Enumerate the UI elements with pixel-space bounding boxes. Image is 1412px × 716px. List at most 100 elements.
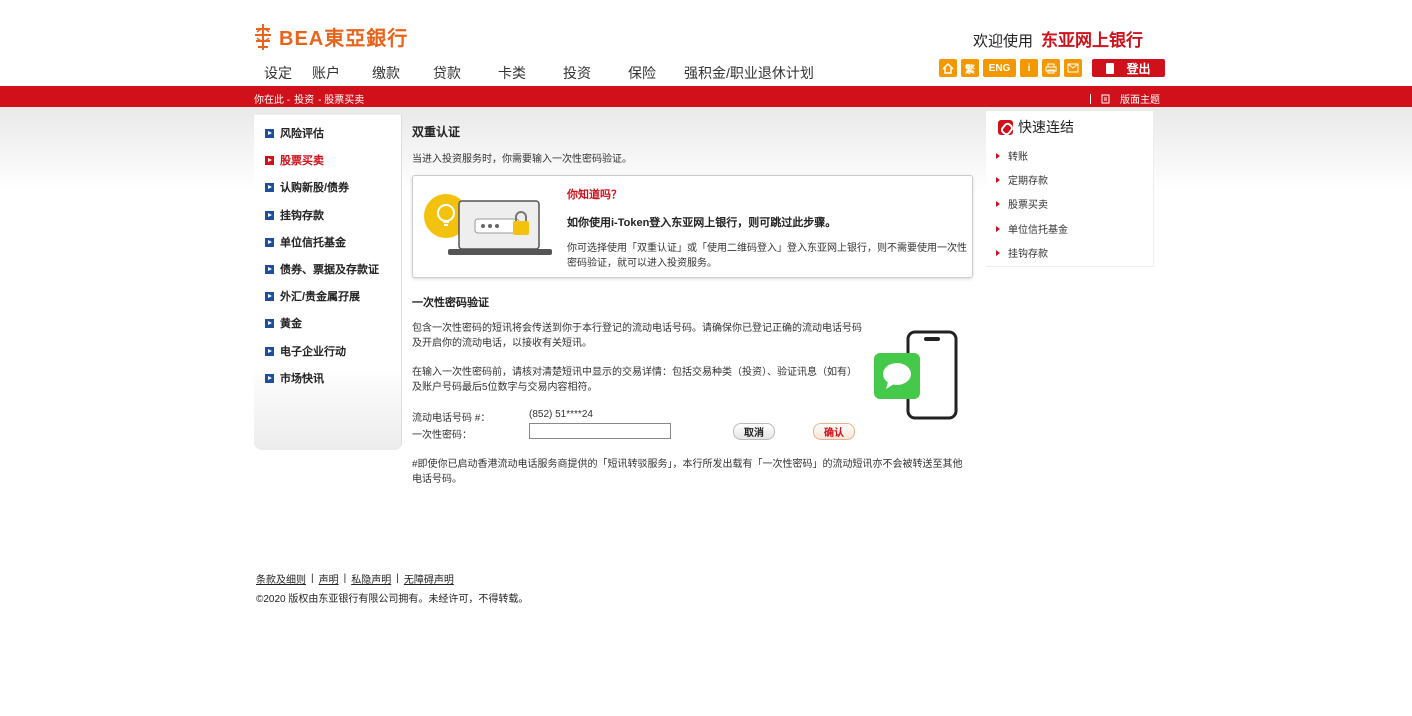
sidebar-item-gold[interactable]: 黄金 [265,315,302,331]
phone-number-value: (852) 51****24 [529,409,593,420]
theme-label: 版面主题 [1120,95,1160,106]
print-icon[interactable] [1042,59,1060,77]
nav-insurance[interactable]: 保险 [628,63,684,83]
sidebar-item-risk-assessment[interactable]: 风险评估 [265,125,324,141]
quick-link-label: 转账 [1008,152,1028,163]
sidebar-item-market-news[interactable]: 市场快讯 [265,370,324,386]
arrow-icon [996,176,1000,183]
tip-box: 你知道吗？ 如你使用i-Token登入东亚网上银行，则可跳过此步骤。 你可选择使… [412,175,973,278]
otp-input[interactable] [529,423,671,439]
divider [1090,93,1091,104]
arrow-icon [996,225,1000,232]
sidebar-item-label: 挂钩存款 [280,210,324,222]
sidebar-item-stock-trading[interactable]: 股票买卖 [265,152,324,168]
quick-link-transfer[interactable]: 转账 [996,148,1028,163]
nav-investment[interactable]: 投资 [563,63,628,83]
main-nav: 设定 账户 缴款 贷款 卡类 投资 保险 强积金/职业退休计划 [264,63,814,83]
nav-cards[interactable]: 卡类 [498,63,563,83]
sidebar: 风险评估 股票买卖 认购新股/债券 挂钩存款 单位信托基金 债券、票据及存款证 … [254,115,402,450]
otp-label: 一次性密码： [412,430,472,441]
bullet-icon [265,264,274,274]
sidebar-item-fx-margin[interactable]: 外汇/贵金属孖展 [265,288,360,304]
nav-loans[interactable]: 贷款 [433,63,498,83]
quick-links-title: 快速连结 [1018,119,1074,135]
home-icon[interactable] [939,59,957,77]
logout-button[interactable]: 登出 [1092,59,1165,77]
sidebar-item-unit-trusts[interactable]: 单位信托基金 [265,234,346,250]
bullet-icon [265,182,274,192]
page-title: 双重认证 [412,125,461,139]
tip-title: 你知道吗？ [567,189,622,201]
nav-settings[interactable]: 设定 [264,63,312,83]
divider: | [343,573,347,584]
tip-highlight: 如你使用i-Token登入东亚网上银行，则可跳过此步骤。 [567,217,837,229]
arrow-icon [996,200,1000,207]
otp-paragraph-2: 在输入一次性密码前，请核对清楚短讯中显示的交易详情：包括交易种类（投资）、验证讯… [412,367,857,393]
info-icon[interactable]: i [1020,59,1038,77]
nav-mpf[interactable]: 强积金/职业退休计划 [684,63,814,83]
quick-link-label: 单位信托基金 [1008,225,1068,236]
sidebar-item-label: 外汇/贵金属孖展 [280,291,361,303]
footer-link-terms[interactable]: 条款及细则 [256,571,306,586]
nav-accounts[interactable]: 账户 [312,63,372,83]
breadcrumb-prefix: 你在此 - [254,95,291,106]
sidebar-item-label: 债券、票据及存款证 [280,264,379,276]
laptop-password-icon [424,194,552,255]
cancel-button[interactable]: 取消 [733,423,775,440]
mail-icon[interactable] [1064,59,1082,77]
sidebar-item-ipo-bonds[interactable]: 认购新股/债券 [265,179,349,195]
otp-paragraph-1: 包含一次性密码的短讯将会传送到你于本行登记的流动电话号码。请确保你已登记正确的流… [412,323,862,349]
quick-link-label: 股票买卖 [1008,200,1048,211]
sidebar-item-corporate-actions[interactable]: 电子企业行动 [265,343,346,359]
bea-logo-mark-icon [255,23,271,50]
quick-link-stock-trading[interactable]: 股票买卖 [996,196,1048,211]
breadcrumb-investment[interactable]: 投资 [294,91,314,106]
welcome-prefix: 欢迎使用 [973,33,1034,50]
quick-link-linked-deposits[interactable]: 挂钩存款 [996,245,1048,260]
footer-link-privacy[interactable]: 私隐声明 [351,571,391,586]
phone-sms-icon [874,330,958,420]
traditional-chinese-button[interactable]: 繁 [961,59,979,77]
nav-payments[interactable]: 缴款 [372,63,433,83]
breadcrumb-stock-trading: - 股票买卖 [318,95,365,106]
tip-body: 你可选择使用「双重认证」或「使用二维码登入」登入东亚网上银行，则不需要使用一次性… [567,243,967,269]
bullet-icon [265,346,274,356]
theme-switch[interactable]: 版面主题 [1090,91,1160,106]
bullet-icon [265,210,274,220]
sidebar-item-bonds-notes-cds[interactable]: 债券、票据及存款证 [265,261,379,277]
quick-links-panel: 快速连结 转账 定期存款 股票买卖 单位信托基金 挂钩存款 [986,111,1154,267]
link-icon [998,119,1013,135]
sidebar-item-linked-deposits[interactable]: 挂钩存款 [265,207,324,223]
sidebar-item-label: 股票买卖 [280,155,324,167]
bullet-icon [265,291,274,301]
bullet-icon [265,318,274,328]
welcome-brand: 东亚网上银行 [1041,31,1144,50]
footer-link-disclaimer[interactable]: 声明 [319,571,339,586]
sidebar-item-label: 黄金 [280,318,302,330]
sidebar-item-label: 认购新股/债券 [280,182,350,194]
bullet-icon [265,373,274,383]
arrow-icon [996,249,1000,256]
divider: | [396,573,399,584]
quick-link-label: 定期存款 [1008,176,1048,187]
phone-number-label: 流动电话号码 #： [412,413,491,424]
quick-link-time-deposit[interactable]: 定期存款 [996,172,1048,187]
footnote: #即使你已启动香港流动电话服务商提供的「短讯转驳服务」，本行所发出载有「一次性密… [412,459,963,485]
otp-section-title: 一次性密码验证 [412,297,489,309]
english-button[interactable]: ENG [983,59,1016,77]
logo-text: BEA東亞銀行 [279,28,409,50]
quick-link-label: 挂钩存款 [1008,249,1048,260]
quick-links-header: 快速连结 [998,117,1074,137]
intro-text: 当进入投资服务时，你需要输入一次性密码验证。 [412,154,632,165]
breadcrumb: 你在此 - 投资 - 股票买卖 [254,91,364,106]
sidebar-item-label: 单位信托基金 [280,237,346,249]
footer-link-accessibility[interactable]: 无障碍声明 [404,571,454,586]
quick-link-unit-trusts[interactable]: 单位信托基金 [996,221,1068,236]
sidebar-item-label: 风险评估 [280,128,324,140]
theme-icon [1101,94,1110,103]
breadcrumb-bar: 你在此 - 投资 - 股票买卖 版面主题 [0,86,1412,107]
copyright: ©2020 版权由东亚银行有限公司拥有。未经许可，不得转载。 [256,594,529,605]
arrow-icon [996,152,1000,159]
confirm-button[interactable]: 确认 [813,423,855,440]
bea-logo[interactable]: BEA東亞銀行 [253,22,408,51]
